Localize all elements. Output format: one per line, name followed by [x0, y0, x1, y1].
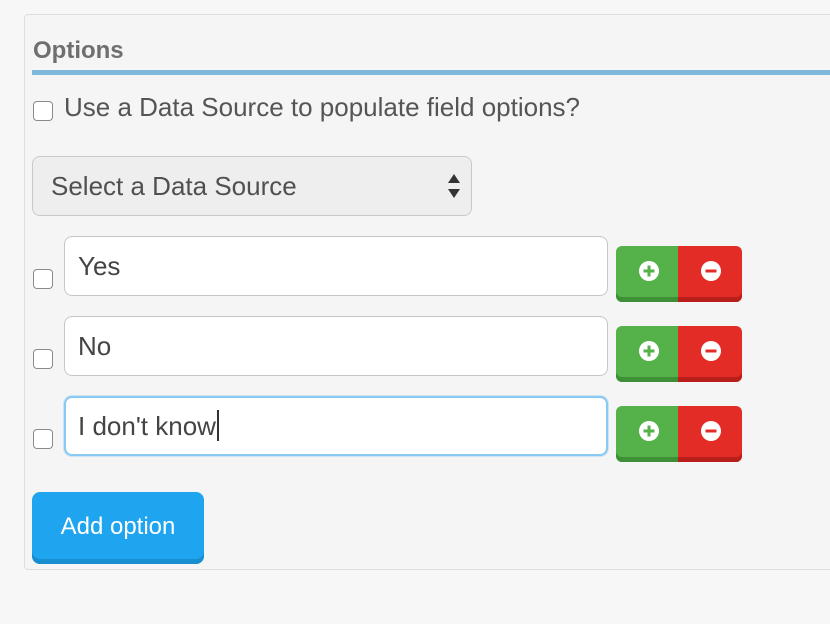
option-input-focused[interactable]: I don't know — [64, 396, 608, 456]
option-checkbox[interactable] — [33, 429, 53, 449]
options-section-title: Options — [33, 37, 124, 64]
plus-circle-icon — [639, 261, 659, 281]
remove-option-row-button[interactable] — [678, 326, 742, 382]
text-caret — [216, 410, 219, 441]
remove-option-row-button[interactable] — [678, 406, 742, 462]
add-option-row-button[interactable] — [616, 246, 680, 302]
plus-circle-icon — [639, 341, 659, 361]
minus-circle-icon — [701, 341, 721, 361]
add-option-row-button[interactable] — [616, 406, 680, 462]
data-source-checkbox-label: Use a Data Source to populate field opti… — [64, 92, 581, 122]
select-updown-icon — [448, 174, 460, 198]
add-option-button[interactable]: Add option — [32, 492, 204, 564]
data-source-select[interactable]: Select a Data Source — [32, 156, 472, 216]
minus-circle-icon — [701, 261, 721, 281]
data-source-select-value: Select a Data Source — [51, 171, 297, 201]
minus-circle-icon — [701, 421, 721, 441]
section-divider — [32, 70, 830, 75]
option-input-value: Yes — [78, 251, 121, 281]
option-input[interactable]: No — [64, 316, 608, 376]
option-checkbox[interactable] — [33, 269, 53, 289]
data-source-checkbox[interactable] — [33, 101, 53, 121]
add-option-row-button[interactable] — [616, 326, 680, 382]
remove-option-row-button[interactable] — [678, 246, 742, 302]
plus-circle-icon — [639, 421, 659, 441]
option-input-value: I don't know — [78, 411, 216, 441]
option-input[interactable]: Yes — [64, 236, 608, 296]
option-input-value: No — [78, 331, 112, 361]
option-checkbox[interactable] — [33, 349, 53, 369]
